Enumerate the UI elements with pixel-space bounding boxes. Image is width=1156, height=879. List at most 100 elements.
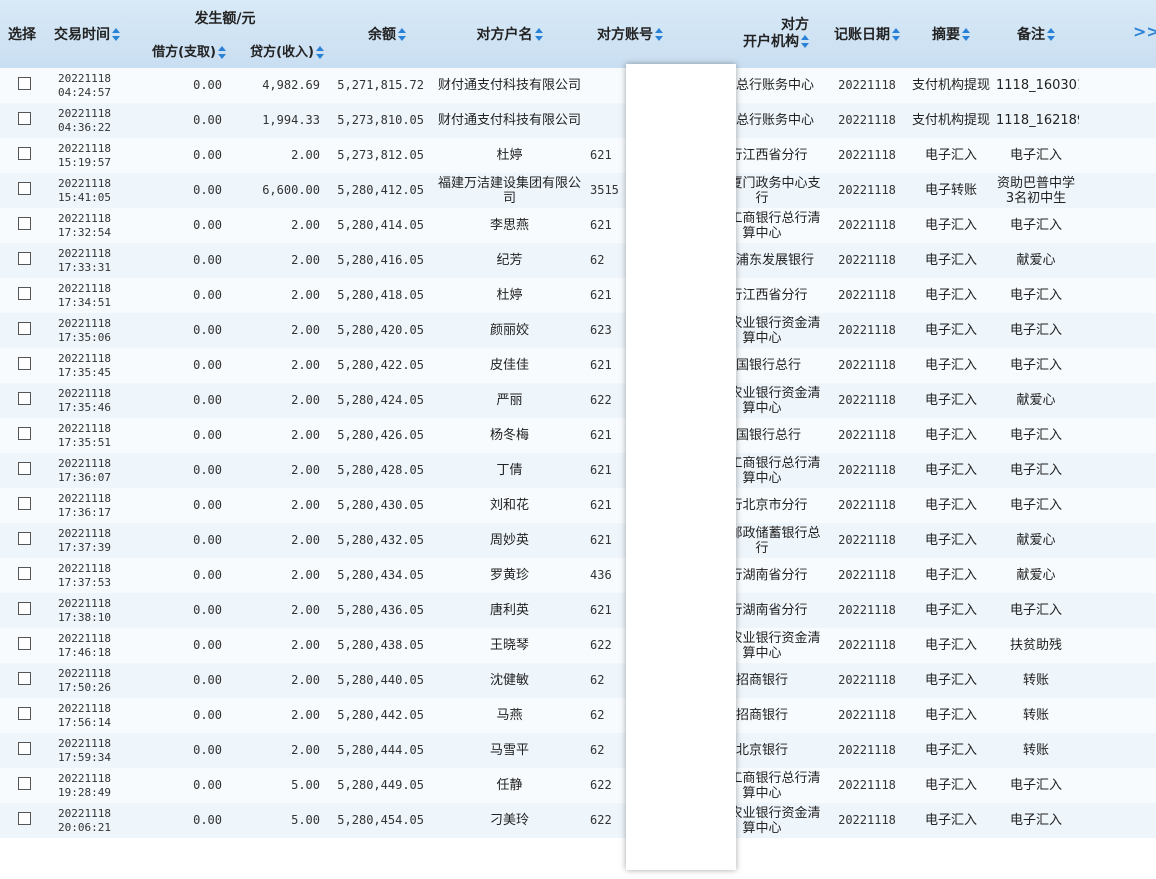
table-row[interactable]: 20221118 15:19:57 0.00 2.00 5,273,812.05 杜婷 62… (0, 138, 1156, 173)
row-checkbox[interactable] (18, 287, 31, 300)
row-checkbox[interactable] (18, 777, 31, 790)
cell-counterparty-name: 任静 (496, 778, 523, 793)
select-cell[interactable] (0, 103, 44, 138)
table-row[interactable]: 20221118 20:06:21 0.00 5.00 5,280,454.05 刁美玲 6… (0, 803, 1156, 838)
row-checkbox[interactable] (18, 112, 31, 125)
cell-counterparty-name: 刁美玲 (489, 813, 529, 828)
row-checkbox[interactable] (18, 147, 31, 160)
col-balance[interactable]: 余额 (328, 0, 432, 68)
row-checkbox[interactable] (18, 392, 31, 405)
sort-icon[interactable] (892, 28, 900, 42)
row-checkbox[interactable] (18, 462, 31, 475)
row-checkbox[interactable] (18, 637, 31, 650)
table-row[interactable]: 20221118 19:28:49 0.00 5.00 5,280,449.05 任静 62… (0, 768, 1156, 803)
table-row[interactable]: 20221118 17:34:51 0.00 2.00 5,280,418.05 杜婷 62… (0, 278, 1156, 313)
table-row[interactable]: 20221118 17:36:17 0.00 2.00 5,280,430.05 刘和花 6… (0, 488, 1156, 523)
cell-post-date: 20221118 (838, 778, 896, 792)
table-row[interactable]: 20221118 17:38:10 0.00 2.00 5,280,436.05 唐利英 6… (0, 593, 1156, 628)
select-cell[interactable] (0, 418, 44, 453)
select-cell[interactable] (0, 768, 44, 803)
cell-summary: 电子汇入 (924, 253, 977, 268)
cell-credit: 2.00 (291, 428, 320, 442)
sort-icon[interactable] (655, 28, 663, 42)
table-row[interactable]: 20221118 17:56:14 0.00 2.00 5,280,442.05 马燕 62… (0, 698, 1156, 733)
select-cell[interactable] (0, 698, 44, 733)
select-cell[interactable] (0, 593, 44, 628)
select-cell[interactable] (0, 243, 44, 278)
col-time[interactable]: 交易时间 (44, 0, 130, 68)
cell-post-date: 20221118 (838, 288, 896, 302)
sort-icon[interactable] (316, 45, 324, 60)
sort-icon[interactable] (801, 35, 809, 49)
select-cell[interactable] (0, 558, 44, 593)
row-checkbox[interactable] (18, 812, 31, 825)
select-cell[interactable] (0, 173, 44, 208)
cell-empty (1079, 768, 1156, 803)
sort-icon[interactable] (962, 28, 970, 42)
row-checkbox[interactable] (18, 357, 31, 370)
row-checkbox[interactable] (18, 567, 31, 580)
row-checkbox[interactable] (18, 742, 31, 755)
cell-balance: 5,280,449.05 (337, 778, 424, 792)
col-post-date[interactable]: 记账日期 (825, 0, 909, 68)
select-cell[interactable] (0, 138, 44, 173)
select-cell[interactable] (0, 278, 44, 313)
select-cell[interactable] (0, 383, 44, 418)
select-cell[interactable] (0, 803, 44, 838)
table-row[interactable]: 20221118 17:35:46 0.00 2.00 5,280,424.05 严丽 62… (0, 383, 1156, 418)
sort-icon[interactable] (112, 28, 120, 42)
cell-debit: 0.00 (193, 463, 222, 477)
table-row[interactable]: 20221118 04:36:22 0.00 1,994.33 5,273,810.05… (0, 103, 1156, 138)
table-row[interactable]: 20221118 17:59:34 0.00 2.00 5,280,444.05 马雪平 6… (0, 733, 1156, 768)
row-checkbox[interactable] (18, 217, 31, 230)
cell-balance: 5,273,812.05 (337, 148, 424, 162)
row-checkbox[interactable] (18, 427, 31, 440)
cell-balance: 5,280,432.05 (337, 533, 424, 547)
row-checkbox[interactable] (18, 602, 31, 615)
row-checkbox[interactable] (18, 532, 31, 545)
row-checkbox[interactable] (18, 497, 31, 510)
row-checkbox[interactable] (18, 77, 31, 90)
row-checkbox[interactable] (18, 322, 31, 335)
col-counterparty-name[interactable]: 对方户名 (432, 0, 587, 68)
select-cell[interactable] (0, 628, 44, 663)
select-cell[interactable] (0, 523, 44, 558)
table-row[interactable]: 20221118 17:32:54 0.00 2.00 5,280,414.05 李思燕 6… (0, 208, 1156, 243)
table-row[interactable]: 20221118 17:46:18 0.00 2.00 5,280,438.05 王晓琴 6… (0, 628, 1156, 663)
col-remark[interactable]: 备注 (993, 0, 1079, 68)
table-row[interactable]: 20221118 17:36:07 0.00 2.00 5,280,428.05 丁倩 62… (0, 453, 1156, 488)
sort-icon[interactable] (218, 45, 226, 60)
more-columns-icon[interactable]: >> (1133, 22, 1156, 41)
table-row[interactable]: 20221118 17:37:39 0.00 2.00 5,280,432.05 周妙英 6… (0, 523, 1156, 558)
cell-empty (1079, 453, 1156, 488)
sort-icon[interactable] (398, 28, 406, 42)
sort-icon[interactable] (1047, 28, 1055, 42)
sort-icon[interactable] (534, 28, 543, 42)
row-checkbox[interactable] (18, 707, 31, 720)
select-cell[interactable] (0, 733, 44, 768)
select-cell[interactable] (0, 208, 44, 243)
col-counterparty-account[interactable]: 对方账号 (587, 0, 699, 68)
col-counterparty-bank[interactable]: 对方 开户机构 (699, 0, 825, 68)
cell-credit: 2.00 (291, 743, 320, 757)
table-row[interactable]: 20221118 04:24:57 0.00 4,982.69 5,271,815.72… (0, 68, 1156, 103)
cell-debit: 0.00 (193, 113, 222, 127)
cell-balance: 5,280,440.05 (337, 673, 424, 687)
select-cell[interactable] (0, 348, 44, 383)
col-summary[interactable]: 摘要 (909, 0, 993, 68)
row-checkbox[interactable] (18, 252, 31, 265)
table-row[interactable]: 20221118 17:35:45 0.00 2.00 5,280,422.05 皮佳佳 6… (0, 348, 1156, 383)
select-cell[interactable] (0, 313, 44, 348)
row-checkbox[interactable] (18, 182, 31, 195)
select-cell[interactable] (0, 453, 44, 488)
table-row[interactable]: 20221118 17:35:51 0.00 2.00 5,280,426.05 杨冬梅 6… (0, 418, 1156, 453)
table-row[interactable]: 20221118 17:50:26 0.00 2.00 5,280,440.05 沈健敏 6… (0, 663, 1156, 698)
select-cell[interactable] (0, 488, 44, 523)
table-row[interactable]: 20221118 17:37:53 0.00 2.00 5,280,434.05 罗黄珍 4… (0, 558, 1156, 593)
table-row[interactable]: 20221118 15:41:05 0.00 6,600.00 5,280,412.05… (0, 173, 1156, 208)
table-row[interactable]: 20221118 17:33:31 0.00 2.00 5,280,416.05 纪芳 62… (0, 243, 1156, 278)
select-cell[interactable] (0, 68, 44, 103)
row-checkbox[interactable] (18, 672, 31, 685)
table-row[interactable]: 20221118 17:35:06 0.00 2.00 5,280,420.05 颜丽姣 6… (0, 313, 1156, 348)
select-cell[interactable] (0, 663, 44, 698)
